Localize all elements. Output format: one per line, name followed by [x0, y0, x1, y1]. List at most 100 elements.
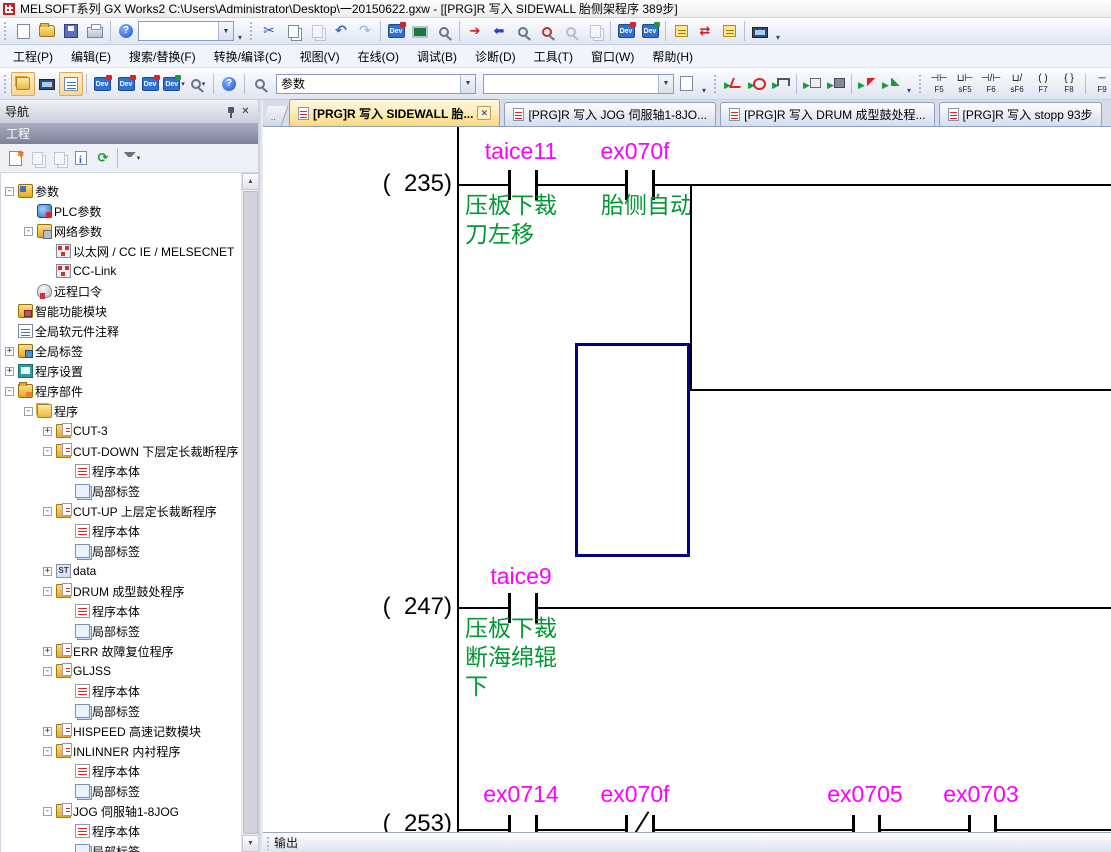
tree-item[interactable]: -JOG 伺服轴1-8JOG	[1, 801, 241, 821]
tree-item[interactable]: 局部标签	[1, 701, 241, 721]
combobox-dropdown-icon[interactable]: ▼	[658, 75, 673, 93]
program-find-combobox[interactable]: 参数 ▼	[276, 74, 476, 94]
statement-button[interactable]	[669, 19, 693, 43]
tree-expand-toggle[interactable]: +	[43, 647, 52, 656]
keyword-combobox[interactable]: ▼	[138, 21, 234, 41]
device-label[interactable]: ex0705	[810, 782, 920, 807]
menu-item[interactable]: 窗口(W)	[582, 45, 643, 68]
tree-item[interactable]: 程序本体	[1, 521, 241, 541]
device-comment-button[interactable]: Dev	[384, 19, 408, 43]
tree-item[interactable]: -INLINNER 内衬程序	[1, 741, 241, 761]
tree-item[interactable]: 智能功能模块	[1, 301, 241, 321]
scroll-up-button[interactable]: ▲	[242, 173, 258, 190]
tree-expand-toggle[interactable]: -	[5, 387, 14, 396]
redo-button[interactable]: ↷	[353, 19, 377, 43]
tree-expand-toggle[interactable]: -	[24, 407, 33, 416]
tree-item[interactable]: CC-Link	[1, 261, 241, 281]
paste-button[interactable]	[305, 19, 329, 43]
tree-item[interactable]: -CUT-UP 上层定长裁断程序	[1, 501, 241, 521]
tree-expand-toggle[interactable]: -	[43, 807, 52, 816]
monitor-pulse-button[interactable]	[769, 72, 793, 96]
cut-button[interactable]: ✂	[257, 19, 281, 43]
read-from-plc-button[interactable]: ⬅	[487, 19, 511, 43]
monitor-find-button[interactable]	[800, 72, 824, 96]
monitor-start-button[interactable]	[721, 72, 745, 96]
menu-item[interactable]: 诊断(D)	[466, 45, 525, 68]
tree-item[interactable]: +程序设置	[1, 361, 241, 381]
ladder-monitor-button[interactable]	[408, 19, 432, 43]
tree-item[interactable]: +HISPEED 高速记数模块	[1, 721, 241, 741]
tree-item[interactable]: 程序本体	[1, 461, 241, 481]
tree-item[interactable]: +CUT-3	[1, 421, 241, 441]
toolbar-grip[interactable]	[918, 74, 923, 94]
ladder-tool-F8[interactable]: { }F8	[1056, 70, 1082, 98]
monitor-mode-button[interactable]	[559, 19, 583, 43]
write-to-plc-button[interactable]: ➔	[463, 19, 487, 43]
tree-expand-toggle[interactable]: +	[43, 727, 52, 736]
device-label[interactable]: ex0703	[926, 782, 1036, 807]
outline-view-toggle[interactable]	[59, 72, 83, 96]
tree-expand-toggle[interactable]: +	[5, 347, 14, 356]
new-data-button[interactable]	[4, 147, 26, 169]
tree-item[interactable]: -网络参数	[1, 221, 241, 241]
tree-expand-toggle[interactable]: -	[5, 187, 14, 196]
combobox-dropdown-icon[interactable]: ▼	[460, 75, 475, 93]
tree-expand-toggle[interactable]: -	[43, 447, 52, 456]
toolbar-grip[interactable]	[3, 21, 8, 41]
device-label[interactable]: ex070f	[580, 782, 690, 807]
menu-item[interactable]: 工具(T)	[525, 45, 582, 68]
note-button[interactable]	[717, 19, 741, 43]
open-project-button[interactable]	[35, 19, 59, 43]
combobox-dropdown-icon[interactable]: ▼	[218, 22, 233, 40]
menu-item[interactable]: 视图(V)	[291, 45, 349, 68]
menu-item[interactable]: 搜索/替换(F)	[120, 45, 205, 68]
tree-item[interactable]: PLC参数	[1, 201, 241, 221]
tree-scrollbar[interactable]: ▲ ▼	[241, 173, 258, 852]
tree-item[interactable]: 局部标签	[1, 841, 241, 852]
copy-button[interactable]	[281, 19, 305, 43]
ladder-tool-sF5[interactable]: ⊔⊢sF5	[952, 70, 978, 98]
toolbar-grip[interactable]	[713, 74, 718, 94]
verify-with-plc-button[interactable]	[511, 19, 535, 43]
tree-item[interactable]: 程序本体	[1, 681, 241, 701]
remote-operation-button[interactable]	[535, 19, 559, 43]
tree-item[interactable]: -CUT-DOWN 下层定长裁断程序	[1, 441, 241, 461]
help-button[interactable]: ?	[114, 19, 138, 43]
toolbar-overflow-chevron[interactable]: ▾	[903, 73, 915, 95]
device-display-format-button[interactable]: Dev▾	[162, 72, 186, 96]
panel-grip[interactable]	[266, 836, 271, 850]
tree-item[interactable]: +STdata	[1, 561, 241, 581]
tree-expand-toggle[interactable]: +	[5, 367, 14, 376]
print-button[interactable]	[83, 19, 107, 43]
data-property-button[interactable]	[70, 147, 92, 169]
tree-item[interactable]: +ERR 故障复位程序	[1, 641, 241, 661]
menu-item[interactable]: 转换/编译(C)	[205, 45, 291, 68]
tree-item[interactable]: 程序本体	[1, 601, 241, 621]
ladder-tool-F6[interactable]: ⊣/⊢F6	[978, 70, 1004, 98]
refresh-button[interactable]: ⟳	[92, 147, 114, 169]
tree-item[interactable]: 局部标签	[1, 781, 241, 801]
remote-screen-button[interactable]	[748, 19, 772, 43]
menu-item[interactable]: 帮助(H)	[643, 45, 702, 68]
save-project-button[interactable]	[59, 19, 83, 43]
device-skip-button[interactable]: ▾	[186, 72, 210, 96]
toolbar-overflow-chevron[interactable]: ▾	[698, 73, 710, 95]
monitor-condition2-button[interactable]	[879, 72, 903, 96]
help2-button[interactable]: ?	[217, 72, 241, 96]
tree-item[interactable]: 全局软元件注释	[1, 321, 241, 341]
tab-stopp-program[interactable]: [PRG]R 写入 stopp 93步	[939, 102, 1102, 126]
tree-item[interactable]: +全局标签	[1, 341, 241, 361]
tree-expand-toggle[interactable]: -	[43, 587, 52, 596]
tree-expand-toggle[interactable]: -	[43, 747, 52, 756]
find-in-page-button[interactable]	[674, 72, 698, 96]
tree-item[interactable]: -GLJSS	[1, 661, 241, 681]
tree-item[interactable]: 程序本体	[1, 761, 241, 781]
tree-item[interactable]: 远程口令	[1, 281, 241, 301]
tree-item[interactable]: -参数	[1, 181, 241, 201]
tree-expand-toggle[interactable]: +	[43, 567, 52, 576]
ladder-tool-sF6[interactable]: ⊔/sF6	[1004, 70, 1030, 98]
statement-jump-button[interactable]: ⇄	[693, 19, 717, 43]
toolbar-grip[interactable]	[249, 21, 254, 41]
sort-filter-button[interactable]: ▾	[121, 147, 143, 169]
scroll-down-button[interactable]: ▼	[242, 835, 258, 852]
